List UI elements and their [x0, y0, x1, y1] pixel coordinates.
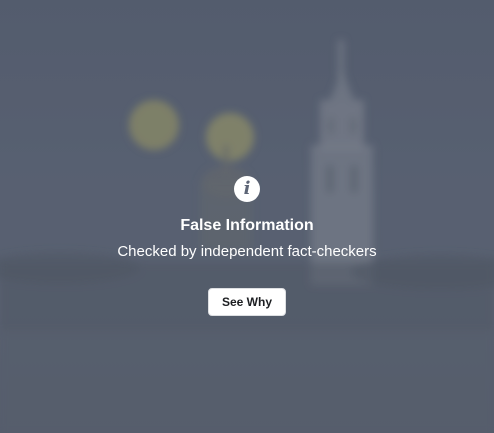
false-information-warning-screen: i False Information Checked by independe… [0, 0, 494, 433]
see-why-button[interactable]: See Why [208, 288, 286, 316]
info-icon: i [234, 176, 260, 202]
warning-subtitle: Checked by independent fact-checkers [117, 243, 377, 260]
warning-title: False Information [180, 217, 314, 234]
warning-content: i False Information Checked by independe… [0, 176, 494, 316]
